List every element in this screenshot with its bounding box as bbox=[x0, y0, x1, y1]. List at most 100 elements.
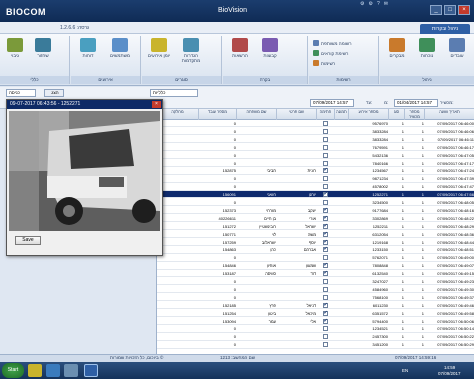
table-row[interactable]: 07/09/2017 06:48:51 1 1 1233150 אברהם כהן 1548… bbox=[157, 246, 474, 254]
ribbon-button-users[interactable]: משתמשים bbox=[107, 38, 133, 58]
ribbon-button-groups[interactable]: קבוצות bbox=[257, 38, 283, 58]
ribbon-button-restore[interactable]: שחזור bbox=[30, 38, 56, 58]
media-icon[interactable] bbox=[64, 364, 78, 377]
signature-checkbox[interactable] bbox=[323, 152, 328, 158]
signature-checkbox[interactable] bbox=[323, 294, 328, 300]
language-indicator[interactable]: EN bbox=[402, 368, 408, 373]
table-row[interactable]: 07/09/2017 06:49:07 1 1 7808848 שמעון אוחיון 1… bbox=[157, 262, 474, 270]
table-row[interactable]: 07/09/2017 06:49:00 1 1 5762071 0 bbox=[157, 254, 474, 262]
ribbon-button-visitors[interactable]: מבקרים bbox=[384, 38, 410, 58]
table-row[interactable]: 07/09/2017 06:47:56 1 1 1252271 יוחנן חזאני 15… bbox=[157, 191, 474, 199]
close-button[interactable]: × bbox=[458, 5, 470, 15]
ribbon-item-shared-record[interactable]: רשומה משותפת bbox=[313, 40, 352, 46]
table-row[interactable]: 07/09/2017 06:50:29 1 1 3451200 0 bbox=[157, 341, 474, 349]
signature-checkbox[interactable] bbox=[323, 121, 328, 126]
table-row[interactable]: 07/09/2017 06:46:00 1 1 9576970 0 bbox=[157, 120, 474, 128]
signature-checkbox[interactable] bbox=[323, 200, 328, 205]
close-icon[interactable]: × bbox=[152, 101, 161, 108]
help-icon[interactable]: ? bbox=[377, 1, 380, 7]
signature-checkbox[interactable] bbox=[323, 239, 328, 245]
signature-checkbox[interactable] bbox=[323, 167, 328, 174]
column-header[interactable]: מחלקה bbox=[157, 109, 199, 120]
column-header[interactable]: תמונה bbox=[335, 109, 349, 120]
signature-checkbox[interactable] bbox=[323, 136, 328, 142]
table-row[interactable]: 07/09/2017 06:48:29 1 1 1252211 ישראל רובינשט… bbox=[157, 223, 474, 231]
signature-checkbox[interactable] bbox=[323, 223, 328, 229]
signature-checkbox[interactable] bbox=[323, 334, 328, 340]
ribbon-button-advanced-settings[interactable]: הגדרות מתקדמות bbox=[178, 38, 204, 63]
signature-checkbox[interactable] bbox=[323, 302, 328, 308]
signature-checkbox[interactable] bbox=[323, 215, 328, 221]
table-row[interactable]: 07/09/2017 06:49:15 1 1 6132540 דוד סוויסה 153… bbox=[157, 270, 474, 278]
search-input[interactable]: כלליות bbox=[150, 89, 198, 97]
signature-checkbox[interactable] bbox=[323, 318, 328, 324]
to-date-input[interactable]: 07/09/2017 14:57 bbox=[310, 99, 354, 107]
table-row[interactable]: 07/09/2017 06:49:37 1 1 7568100 0 bbox=[157, 294, 474, 302]
ribbon-button-log[interactable]: יומן אירועים bbox=[146, 38, 172, 58]
save-button[interactable]: Save bbox=[15, 236, 41, 245]
column-header[interactable]: חתימה bbox=[317, 109, 335, 120]
column-header[interactable]: שם פרטי bbox=[277, 109, 317, 120]
signature-checkbox[interactable] bbox=[323, 279, 328, 284]
signature-checkbox[interactable] bbox=[323, 255, 328, 261]
table-row[interactable]: 07/09/2017 06:48:05 1 1 3234500 0 bbox=[157, 199, 474, 207]
column-header[interactable]: מספר אירוע bbox=[349, 109, 389, 120]
signature-checkbox[interactable] bbox=[323, 270, 328, 277]
signature-checkbox[interactable] bbox=[323, 176, 328, 182]
ribbon-button-permissions[interactable]: הרשאות bbox=[227, 38, 253, 58]
minimize-button[interactable]: _ bbox=[430, 5, 442, 15]
table-row[interactable]: 07/09/2017 06:49:58 1 1 6351572 מיכאל ביטון 15… bbox=[157, 310, 474, 317]
ribbon-button-attendance[interactable]: נוכחות bbox=[414, 38, 440, 58]
signature-checkbox[interactable] bbox=[323, 326, 328, 332]
signature-checkbox[interactable] bbox=[323, 262, 328, 269]
signature-checkbox[interactable] bbox=[323, 184, 328, 190]
table-row[interactable]: 07/09/2017 06:48:22 1 1 3302869 אורי בן חיים 4… bbox=[157, 215, 474, 223]
table-row[interactable]: 07/09/2017 06:46:11 1 1 3833284 0 bbox=[157, 136, 474, 144]
column-header[interactable]: תאריך ושעה bbox=[425, 109, 474, 120]
table-row[interactable]: 07/09/2017 06:50:14 1 1 1234521 0 bbox=[157, 325, 474, 333]
biovision-taskbar-icon[interactable] bbox=[84, 364, 98, 377]
table-row[interactable]: 07/09/2017 06:48:44 1 1 1219168 יוסף ישראלוב 1… bbox=[157, 239, 474, 246]
signature-checkbox[interactable] bbox=[323, 191, 328, 198]
signature-checkbox[interactable] bbox=[323, 207, 328, 213]
column-header[interactable]: מספר מכשיר bbox=[405, 109, 425, 120]
show-button[interactable]: הצג bbox=[44, 89, 64, 97]
table-row[interactable]: 07/09/2017 06:47:39 1 1 9871234 0 bbox=[157, 175, 474, 183]
column-header[interactable]: מספר עובד bbox=[199, 109, 237, 120]
start-button[interactable]: Start bbox=[2, 363, 24, 378]
ribbon-button-reports[interactable]: דוחות bbox=[75, 38, 101, 58]
signature-checkbox[interactable] bbox=[323, 342, 328, 348]
table-row[interactable]: 07/09/2017 06:47:17 1 1 7840166 0 bbox=[157, 160, 474, 167]
type-select[interactable]: כניסה bbox=[6, 89, 36, 97]
folder-icon[interactable] bbox=[28, 364, 42, 377]
signature-checkbox[interactable] bbox=[323, 128, 328, 134]
table-row[interactable]: 07/09/2017 06:47:24 1 1 1234567 רונית חביבי 15… bbox=[157, 167, 474, 175]
table-row[interactable]: 07/09/2017 06:47:47 1 1 4578002 0 bbox=[157, 183, 474, 191]
table-row[interactable]: 07/09/2017 06:48:36 1 1 6312054 משה לוי 150771 bbox=[157, 231, 474, 238]
tab-home[interactable]: ניהול ובקרות bbox=[420, 24, 470, 34]
table-row[interactable]: 07/09/2017 06:49:46 1 1 6011230 דניאל פרץ 1521… bbox=[157, 302, 474, 310]
gear-icon[interactable]: ⚙ bbox=[368, 1, 372, 7]
signature-checkbox[interactable] bbox=[323, 246, 328, 253]
signature-checkbox[interactable] bbox=[323, 160, 328, 166]
ribbon-item-lists[interactable]: רשימות bbox=[313, 60, 335, 66]
table-row[interactable]: 07/09/2017 06:46:06 1 1 3833284 0 bbox=[157, 128, 474, 136]
column-header[interactable]: שם משפחה bbox=[237, 109, 277, 120]
table-row[interactable]: 07/09/2017 06:46:17 1 1 7679591 0 bbox=[157, 144, 474, 152]
maximize-button[interactable]: □ bbox=[444, 5, 456, 15]
ribbon-button-employees[interactable]: עובדים bbox=[444, 38, 470, 58]
table-row[interactable]: 07/09/2017 06:49:30 1 1 4584960 0 bbox=[157, 286, 474, 294]
gear-icon[interactable]: ⚙ bbox=[360, 1, 364, 7]
table-row[interactable]: 07/09/2017 06:49:23 1 1 3247027 0 bbox=[157, 278, 474, 286]
from-date-input[interactable]: 01/04/2017 14:57 bbox=[394, 99, 438, 107]
table-row[interactable]: 07/09/2017 06:50:06 1 1 5794400 אלי עמר 153094 bbox=[157, 318, 474, 325]
table-row[interactable]: 07/09/2017 06:48:16 1 1 9177684 יעקב מזרחי 152… bbox=[157, 207, 474, 215]
ribbon-button-backup[interactable]: גיבוי bbox=[2, 38, 28, 58]
signature-checkbox[interactable] bbox=[323, 144, 328, 150]
signature-checkbox[interactable] bbox=[323, 231, 328, 237]
table-row[interactable]: 07/09/2017 06:47:05 1 1 5432136 0 bbox=[157, 152, 474, 159]
table-row[interactable]: 07/09/2017 06:50:22 1 1 2457300 0 bbox=[157, 333, 474, 341]
column-header[interactable]: סוג bbox=[389, 109, 405, 120]
mail-icon[interactable]: ✉ bbox=[384, 1, 388, 7]
signature-checkbox[interactable] bbox=[323, 310, 328, 316]
